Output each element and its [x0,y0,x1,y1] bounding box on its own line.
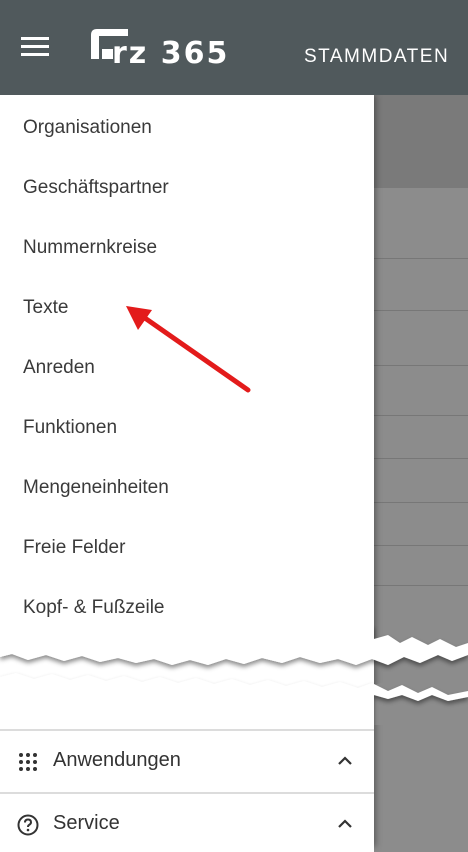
section-title: STAMMDATEN [304,46,450,67]
torn-edge-divider [0,625,468,725]
background-row-divider [374,585,468,586]
logo-text: rz 365 [112,36,229,67]
hamburger-icon[interactable] [21,37,49,59]
footer-item-service[interactable]: Service [0,792,374,852]
menu-item-funktionen[interactable]: Funktionen [0,398,374,458]
menu-item-nummernkreise[interactable]: Nummernkreise [0,218,374,278]
footer-item-label: Anwendungen [53,749,181,771]
menu-item-label: Freie Felder [23,537,126,558]
background-row-divider [374,310,468,311]
background-row-divider [374,258,468,259]
background-row-divider [374,545,468,546]
menu-item-label: Anreden [23,357,95,378]
annotation-arrow-icon [126,306,251,393]
chevron-up-icon[interactable] [337,816,353,832]
menu-item-label: Organisationen [23,117,152,138]
menu-item-label: Geschäftspartner [23,177,169,198]
rz365-logo: rz 365 [91,29,229,67]
footer-item-label: Service [53,812,120,834]
menu-item-geschaeftspartner[interactable]: Geschäftspartner [0,158,374,218]
menu-item-label: Texte [23,297,69,318]
help-circle-icon [17,814,39,836]
background-header-band [374,95,468,188]
footer-item-anwendungen[interactable]: Anwendungen [0,729,374,789]
menu-item-freie-felder[interactable]: Freie Felder [0,518,374,578]
background-row-divider [374,502,468,503]
background-row-divider [374,458,468,459]
background-row-divider [374,415,468,416]
menu-item-label: Mengeneinheiten [23,477,169,498]
app-bar: rz 365 STAMMDATEN [0,0,468,95]
chevron-up-icon[interactable] [337,753,353,769]
menu-item-label: Funktionen [23,417,118,438]
background-row-divider [374,365,468,366]
apps-grid-icon [19,753,37,771]
menu-item-label: Kopf- & Fußzeile [23,597,165,618]
menu-item-mengeneinheiten[interactable]: Mengeneinheiten [0,458,374,518]
menu-item-label: Nummernkreise [23,237,158,258]
menu-item-organisationen[interactable]: Organisationen [0,98,374,158]
